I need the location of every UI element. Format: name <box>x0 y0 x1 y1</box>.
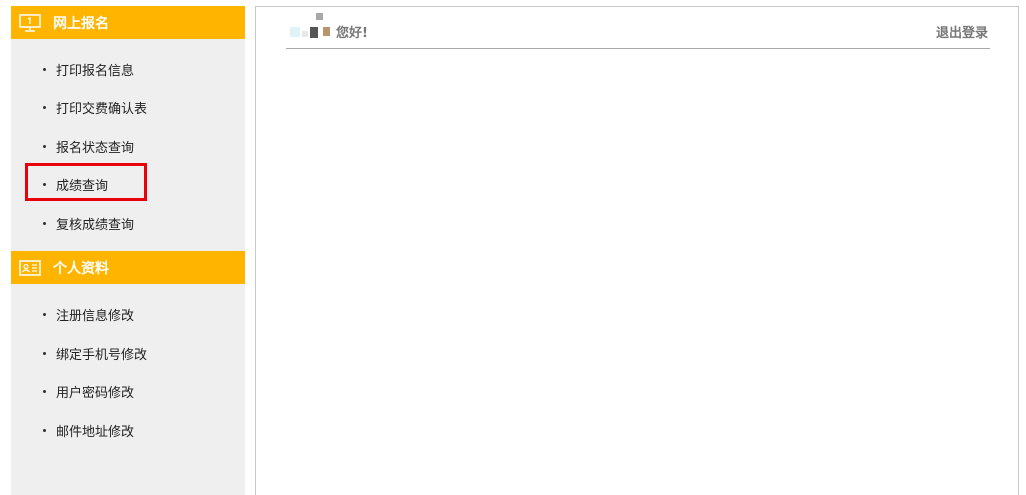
menu-item-print-payment[interactable]: 打印交费确认表 <box>11 96 245 118</box>
menu-item-review-score-query[interactable]: 复核成绩查询 <box>11 212 245 234</box>
bullet-icon <box>43 144 46 148</box>
monitor-icon <box>19 13 41 32</box>
menu-item-label: 复核成绩查询 <box>56 217 135 233</box>
menu-item-label: 成绩查询 <box>56 178 109 194</box>
id-card-icon <box>19 259 41 277</box>
menu-item-edit-phone[interactable]: 绑定手机号修改 <box>11 342 245 364</box>
greeting-text: 您好! <box>336 26 368 41</box>
menu-item-label: 注册信息修改 <box>56 308 135 324</box>
menu-item-edit-email[interactable]: 邮件地址修改 <box>11 419 245 441</box>
main-header: 您好! 退出登录 <box>286 7 990 49</box>
main-panel: 您好! 退出登录 <box>255 6 1019 495</box>
sidebar: 网上报名 打印报名信息 打印交费确认表 报名状态查询 成绩查询 复核成绩查询 个… <box>11 6 245 495</box>
section-header-online-registration[interactable]: 网上报名 <box>11 6 245 39</box>
menu-item-score-query[interactable]: 成绩查询 <box>11 173 245 195</box>
section-title: 个人资料 <box>53 260 109 277</box>
bullet-icon <box>43 351 46 355</box>
menu-item-label: 打印报名信息 <box>56 63 135 79</box>
bullet-icon <box>43 389 46 393</box>
menu-item-label: 用户密码修改 <box>56 385 135 401</box>
menu-item-label: 报名状态查询 <box>56 140 135 156</box>
section-title: 网上报名 <box>53 15 109 32</box>
menu-item-label: 打印交费确认表 <box>56 101 148 117</box>
section-header-personal-info[interactable]: 个人资料 <box>11 251 245 284</box>
bullet-icon <box>43 67 46 71</box>
bullet-icon <box>43 221 46 225</box>
bullet-icon <box>43 105 46 109</box>
menu-item-print-registration[interactable]: 打印报名信息 <box>11 58 245 80</box>
logout-link[interactable]: 退出登录 <box>936 22 988 41</box>
menu-item-label: 邮件地址修改 <box>56 424 135 440</box>
bullet-icon <box>43 182 46 186</box>
menu-item-edit-password[interactable]: 用户密码修改 <box>11 380 245 402</box>
user-avatar <box>290 13 332 39</box>
menu-item-registration-status[interactable]: 报名状态查询 <box>11 135 245 157</box>
bullet-icon <box>43 428 46 432</box>
bullet-icon <box>43 312 46 316</box>
menu-item-edit-registration[interactable]: 注册信息修改 <box>11 303 245 325</box>
menu-item-label: 绑定手机号修改 <box>56 347 148 363</box>
